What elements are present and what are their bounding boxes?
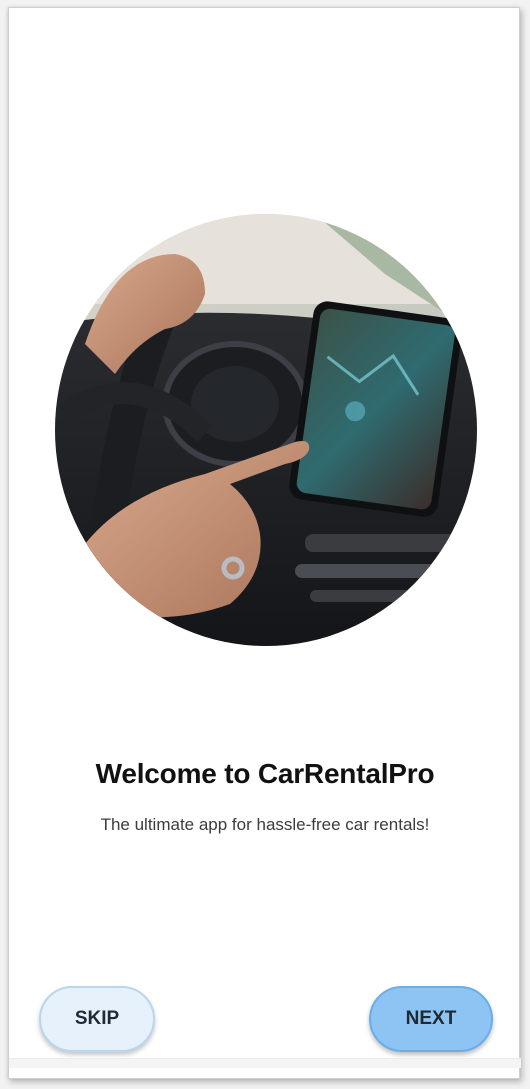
hero-image: [55, 214, 477, 646]
onboarding-screen: Welcome to CarRentalPro The ultimate app…: [8, 7, 521, 1079]
skip-button[interactable]: SKIP: [39, 986, 155, 1052]
car-dashboard-illustration: [55, 214, 477, 646]
welcome-title: Welcome to CarRentalPro: [95, 758, 435, 789]
next-button[interactable]: NEXT: [369, 986, 493, 1052]
bottom-bar: [9, 1058, 521, 1068]
welcome-subtitle: The ultimate app for hassle-free car ren…: [100, 815, 430, 834]
